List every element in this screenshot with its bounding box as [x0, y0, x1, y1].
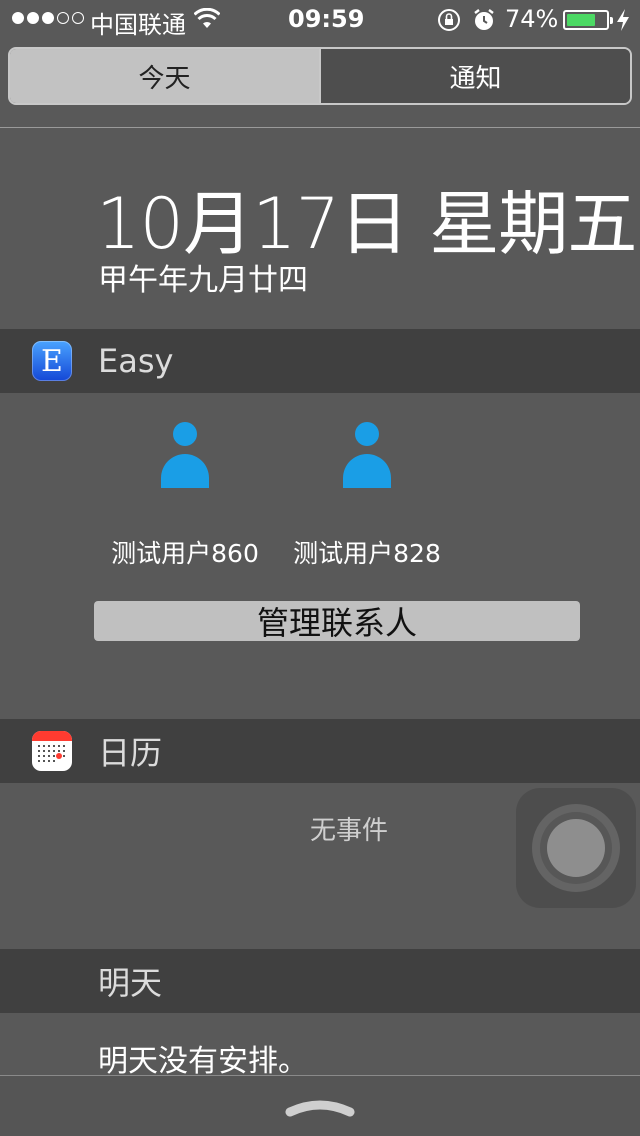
calendar-widget-header[interactable]: 日历	[0, 719, 640, 783]
contact-name: 测试用户860	[111, 539, 259, 568]
bottom-bar	[0, 1075, 640, 1136]
person-icon	[161, 422, 209, 488]
wifi-icon	[194, 8, 220, 28]
assistive-touch-button[interactable]	[516, 788, 636, 908]
tab-today[interactable]: 今天	[10, 49, 319, 103]
contact-name: 测试用户828	[293, 539, 441, 568]
easy-widget-title: Easy	[98, 342, 174, 380]
battery-percent: 74%	[505, 5, 559, 33]
no-events-text: 无事件	[310, 816, 389, 846]
tab-notifications[interactable]: 通知	[319, 49, 630, 103]
divider	[0, 127, 640, 128]
contact-item[interactable]: 测试用户860	[95, 420, 275, 570]
easy-app-icon: E	[32, 341, 72, 381]
manage-contacts-button[interactable]: 管理联系人	[94, 601, 580, 642]
charging-icon	[617, 9, 629, 31]
battery-level	[567, 14, 596, 26]
tomorrow-summary: 明天没有安排。	[98, 1044, 308, 1079]
tomorrow-header: 明天	[0, 949, 640, 1013]
calendar-widget-title: 日历	[98, 734, 163, 772]
lunar-date: 甲午年九月廿四	[98, 263, 308, 298]
contact-item[interactable]: 测试用户828	[277, 420, 457, 570]
easy-widget-header[interactable]: E Easy	[0, 329, 640, 393]
chevron-up-icon[interactable]	[284, 1094, 356, 1118]
tomorrow-title: 明天	[98, 964, 163, 1002]
calendar-app-icon	[32, 731, 72, 771]
date-heading: 10月17日 星期五	[96, 183, 637, 265]
carrier-name: 中国联通	[90, 11, 186, 39]
view-segmented-control: 今天 通知	[8, 47, 632, 105]
clock-time: 09:59	[288, 5, 365, 33]
person-icon	[343, 422, 391, 488]
status-bar: 中国联通 09:59 74%	[0, 0, 640, 40]
battery-icon	[563, 10, 613, 30]
signal-strength-icon	[12, 12, 84, 24]
alarm-icon	[474, 9, 494, 30]
rotation-lock-icon	[438, 9, 460, 31]
